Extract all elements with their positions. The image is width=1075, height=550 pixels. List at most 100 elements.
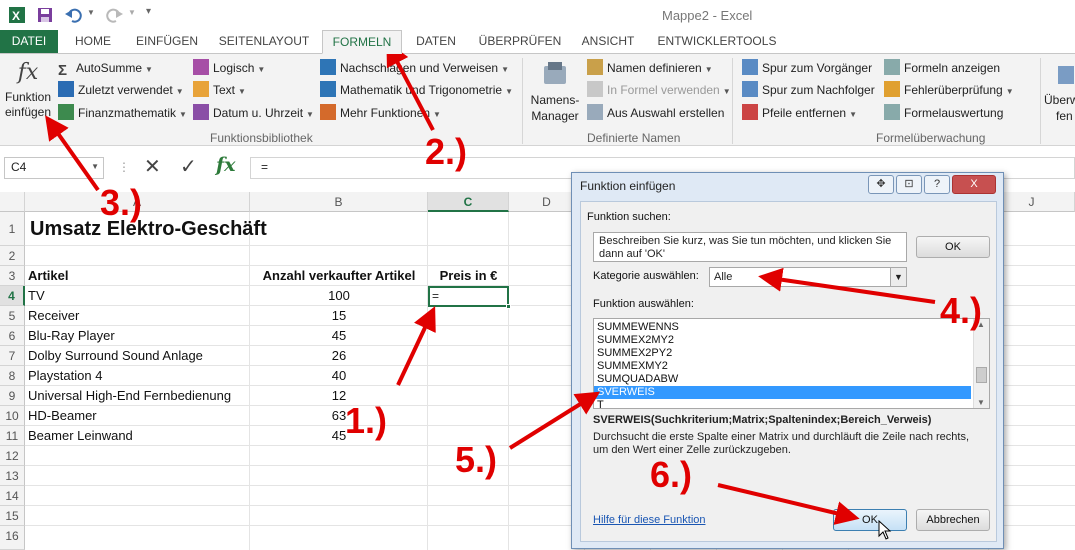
function-search-input[interactable]: Beschreiben Sie kurz, was Sie tun möchte… bbox=[593, 232, 907, 262]
autosum-button[interactable]: Σ AutoSumme ▼ bbox=[58, 58, 153, 79]
row-header-4[interactable]: 4 bbox=[0, 286, 25, 306]
row-header-14[interactable]: 14 bbox=[0, 486, 25, 506]
row-header-8[interactable]: 8 bbox=[0, 366, 25, 386]
evaluate-formula-button[interactable]: Formelauswertung bbox=[884, 103, 1003, 123]
cell-c3-header[interactable]: Preis in € bbox=[428, 266, 509, 286]
name-manager-button[interactable]: Namens- Manager bbox=[527, 60, 583, 128]
row-header-11[interactable]: 11 bbox=[0, 426, 25, 446]
datetime-button[interactable]: Datum u. Uhrzeit ▼ bbox=[193, 103, 314, 123]
cell-article-name[interactable]: Receiver bbox=[28, 306, 79, 326]
text-button[interactable]: Text ▼ bbox=[193, 80, 246, 100]
cell-article-qty[interactable]: 45 bbox=[250, 326, 428, 346]
close-button[interactable]: X bbox=[952, 175, 996, 194]
row-header-3[interactable]: 3 bbox=[0, 266, 25, 286]
scroll-down-icon[interactable]: ▼ bbox=[977, 398, 985, 407]
tab-ueberpruefen[interactable]: ÜBERPRÜFEN bbox=[476, 30, 564, 54]
show-formulas-button[interactable]: Formeln anzeigen bbox=[884, 58, 1000, 78]
collapse-icon[interactable]: ⊡ bbox=[896, 175, 922, 194]
scroll-thumb[interactable] bbox=[976, 367, 987, 383]
function-list-item[interactable]: SUMMEWENNS bbox=[597, 321, 679, 334]
fill-handle[interactable] bbox=[506, 304, 511, 309]
recent-button[interactable]: Zuletzt verwendet ▼ bbox=[58, 80, 184, 100]
help-button[interactable]: ? bbox=[924, 175, 950, 194]
row-header-10[interactable]: 10 bbox=[0, 406, 25, 426]
insert-function-button[interactable]: fx Funktion einfügen bbox=[2, 56, 54, 128]
redo-dropdown-icon[interactable]: ▼ bbox=[128, 8, 136, 17]
logical-button[interactable]: Logisch ▼ bbox=[193, 58, 265, 78]
function-list-item[interactable]: SUMMEXMY2 bbox=[597, 360, 668, 373]
row-header-12[interactable]: 12 bbox=[0, 446, 25, 466]
row-header-9[interactable]: 9 bbox=[0, 386, 25, 406]
tab-datei[interactable]: DATEI bbox=[0, 30, 58, 54]
cell-a1-title[interactable]: Umsatz Elektro-Geschäft bbox=[30, 214, 267, 244]
cell-article-qty[interactable]: 26 bbox=[250, 346, 428, 366]
function-list-item[interactable]: SUMQUADABW bbox=[597, 373, 678, 386]
watch-window-button[interactable]: Überwac fen bbox=[1044, 60, 1075, 128]
chevron-down-icon[interactable]: ▼ bbox=[890, 268, 906, 286]
trace-precedents-button[interactable]: Spur zum Vorgänger bbox=[742, 58, 872, 78]
column-header-b[interactable]: B bbox=[250, 192, 428, 212]
cancel-icon[interactable]: ✕ bbox=[144, 154, 161, 179]
cell-article-name[interactable]: TV bbox=[28, 286, 45, 306]
move-icon[interactable]: ✥ bbox=[868, 175, 894, 194]
cell-a3-header[interactable]: Artikel bbox=[28, 266, 68, 286]
row-header-2[interactable]: 2 bbox=[0, 246, 25, 266]
cell-b3-header[interactable]: Anzahl verkaufter Artikel bbox=[250, 266, 428, 286]
tab-einfuegen[interactable]: EINFÜGEN bbox=[130, 30, 204, 54]
redo-icon[interactable] bbox=[106, 6, 124, 24]
cell-article-name[interactable]: HD-Beamer bbox=[28, 406, 97, 426]
save-icon[interactable] bbox=[36, 6, 54, 24]
column-header-a[interactable]: A bbox=[25, 192, 250, 212]
row-header-13[interactable]: 13 bbox=[0, 466, 25, 486]
tab-home[interactable]: HOME bbox=[62, 30, 124, 54]
select-all-corner[interactable] bbox=[0, 192, 25, 212]
function-list-item[interactable]: SUMMEX2PY2 bbox=[597, 347, 672, 360]
name-box[interactable]: C4 ▼ bbox=[4, 157, 104, 179]
cell-article-qty[interactable]: 45 bbox=[250, 426, 428, 446]
row-header-16[interactable]: 16 bbox=[0, 526, 25, 550]
cancel-button[interactable]: Abbrechen bbox=[916, 509, 990, 531]
lookup-button[interactable]: Nachschlagen und Verweisen ▼ bbox=[320, 58, 509, 78]
help-link[interactable]: Hilfe für diese Funktion bbox=[593, 514, 706, 526]
cell-article-qty[interactable]: 63 bbox=[250, 406, 428, 426]
cell-article-name[interactable]: Playstation 4 bbox=[28, 366, 102, 386]
cell-article-qty[interactable]: 100 bbox=[250, 286, 428, 306]
function-list-item[interactable]: SUMMEX2MY2 bbox=[597, 334, 674, 347]
tab-seitenlayout[interactable]: SEITENLAYOUT bbox=[212, 30, 316, 54]
chevron-down-icon[interactable]: ▼ bbox=[91, 162, 99, 171]
create-from-selection-button[interactable]: Aus Auswahl erstellen bbox=[587, 103, 724, 123]
row-header-5[interactable]: 5 bbox=[0, 306, 25, 326]
category-select[interactable]: Alle ▼ bbox=[709, 267, 907, 287]
cell-article-name[interactable]: Universal High-End Fernbedienung bbox=[28, 386, 231, 406]
row-header-6[interactable]: 6 bbox=[0, 326, 25, 346]
use-in-formula-button[interactable]: In Formel verwenden ▼ bbox=[587, 80, 731, 100]
tab-formeln[interactable]: FORMELN bbox=[322, 30, 402, 54]
undo-icon[interactable] bbox=[64, 6, 82, 24]
active-cell-c4[interactable]: = bbox=[428, 286, 511, 309]
row-header-1[interactable]: 1 bbox=[0, 212, 25, 246]
cell-article-name[interactable]: Dolby Surround Sound Anlage bbox=[28, 346, 203, 366]
remove-arrows-button[interactable]: Pfeile entfernen ▼ bbox=[742, 103, 857, 123]
function-list-item[interactable]: T bbox=[597, 399, 604, 408]
more-functions-button[interactable]: Mehr Funktionen ▼ bbox=[320, 103, 441, 123]
financial-button[interactable]: Finanzmathematik ▼ bbox=[58, 103, 187, 123]
cell-article-name[interactable]: Beamer Leinwand bbox=[28, 426, 133, 446]
define-name-button[interactable]: Namen definieren ▼ bbox=[587, 58, 713, 78]
tab-ansicht[interactable]: ANSICHT bbox=[572, 30, 644, 54]
tab-daten[interactable]: DATEN bbox=[406, 30, 466, 54]
ok-button[interactable]: OK bbox=[833, 509, 907, 531]
error-checking-button[interactable]: Fehlerüberprüfung ▼ bbox=[884, 80, 1014, 100]
scroll-up-icon[interactable]: ▲ bbox=[977, 320, 985, 329]
go-button[interactable]: OK bbox=[916, 236, 990, 258]
fx-icon[interactable]: fx bbox=[216, 154, 236, 176]
function-list[interactable]: SUMMEWENNS SUMMEX2MY2 SUMMEX2PY2 SUMMEXM… bbox=[593, 318, 990, 409]
tab-entwicklertools[interactable]: ENTWICKLERTOOLS bbox=[652, 30, 782, 54]
function-list-item-selected[interactable]: SVERWEIS bbox=[594, 386, 971, 399]
column-header-c[interactable]: C bbox=[428, 192, 509, 212]
enter-icon[interactable]: ✓ bbox=[180, 154, 197, 179]
math-button[interactable]: Mathematik und Trigonometrie ▼ bbox=[320, 80, 513, 100]
undo-dropdown-icon[interactable]: ▼ bbox=[87, 8, 95, 17]
row-header-7[interactable]: 7 bbox=[0, 346, 25, 366]
trace-dependents-button[interactable]: Spur zum Nachfolger bbox=[742, 80, 875, 100]
cell-article-name[interactable]: Blu-Ray Player bbox=[28, 326, 115, 346]
